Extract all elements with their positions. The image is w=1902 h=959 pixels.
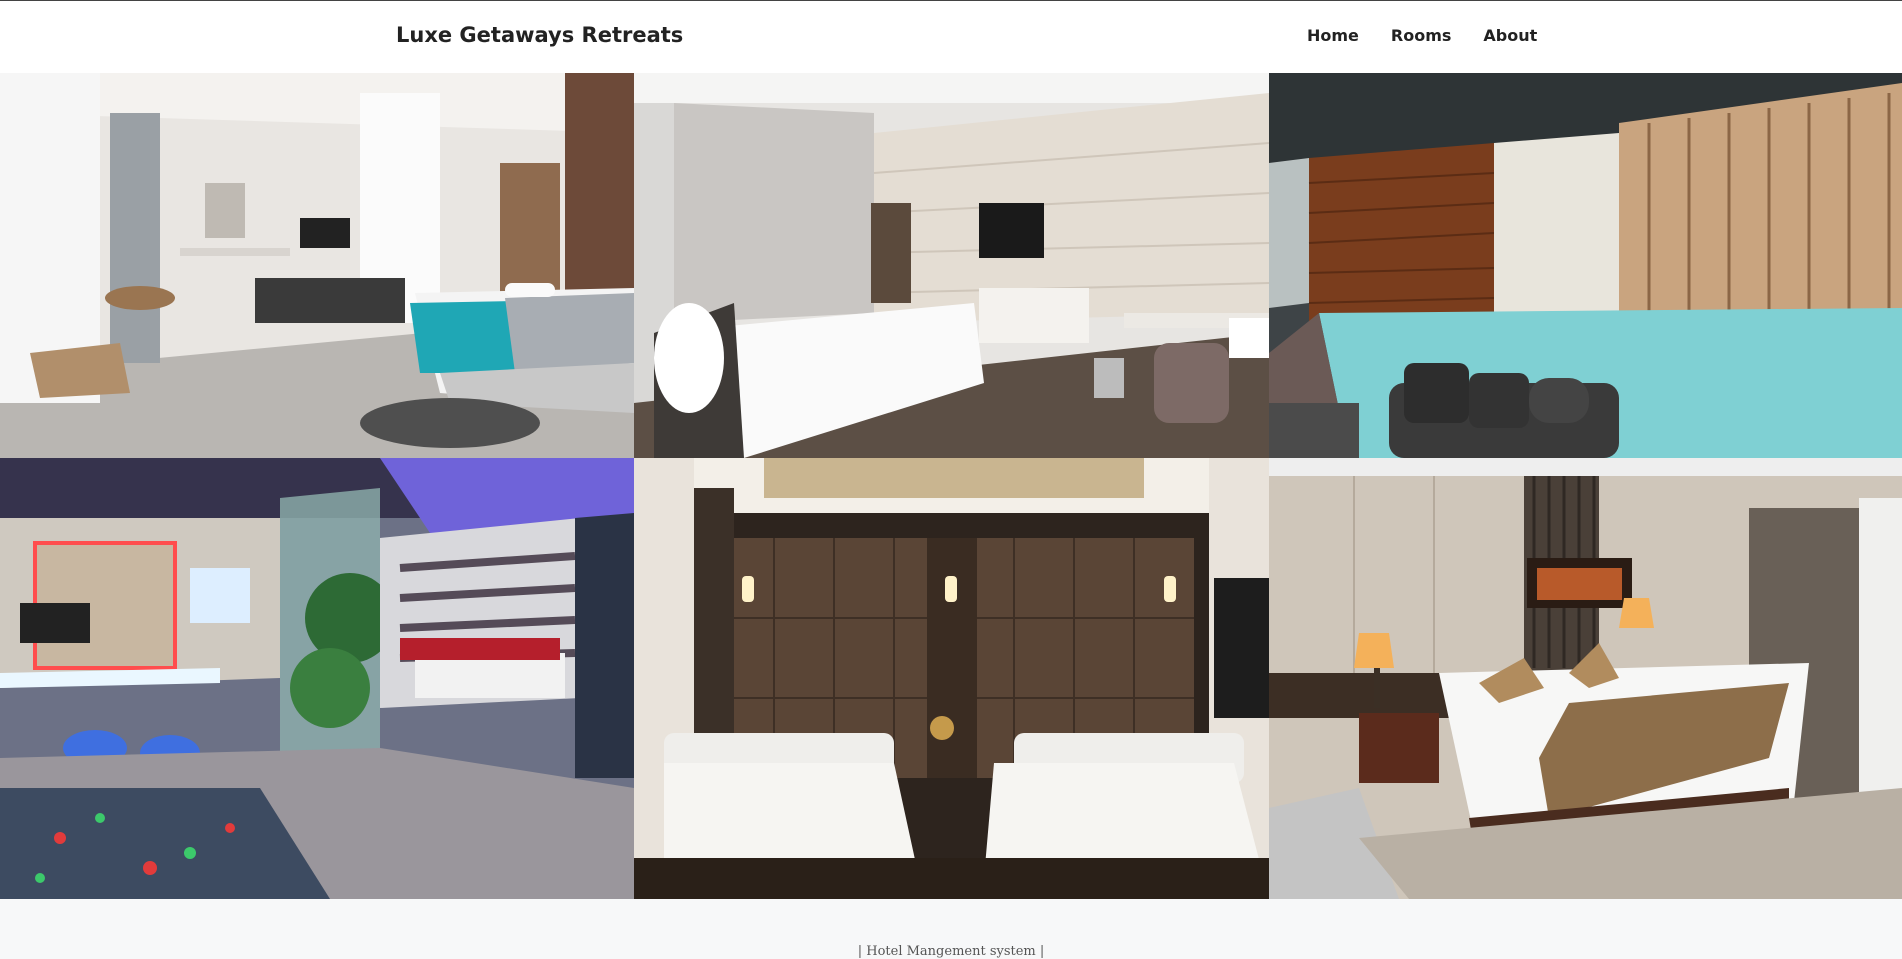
gallery-tile-king-bed-room[interactable]	[1269, 458, 1902, 899]
navbar: Luxe Getaways Retreats Home Rooms About	[0, 1, 1902, 73]
king-bed-room-photo	[1269, 458, 1902, 899]
living-suite-photo	[0, 73, 634, 458]
main-nav: Home Rooms About	[1307, 26, 1569, 45]
neon-suite-photo	[0, 458, 634, 899]
nav-about[interactable]: About	[1483, 26, 1537, 45]
footer-text: | Hotel Mangement system |	[857, 944, 1045, 959]
nav-rooms[interactable]: Rooms	[1391, 26, 1452, 45]
gallery-tile-twin-bed-room[interactable]	[634, 458, 1269, 899]
gallery-tile-hotel-bedroom[interactable]	[634, 73, 1269, 458]
gallery-tile-neon-suite[interactable]	[0, 458, 634, 899]
hotel-bedroom-photo	[634, 73, 1269, 458]
gallery-tile-living-suite[interactable]	[0, 73, 634, 458]
nav-home[interactable]: Home	[1307, 26, 1359, 45]
gallery-tile-indoor-pool[interactable]	[1269, 73, 1902, 458]
brand-logo[interactable]: Luxe Getaways Retreats	[396, 23, 683, 47]
indoor-pool-photo	[1269, 73, 1902, 458]
twin-bed-room-photo	[634, 458, 1269, 899]
footer: | Hotel Mangement system |	[0, 899, 1902, 959]
room-gallery	[0, 73, 1902, 899]
